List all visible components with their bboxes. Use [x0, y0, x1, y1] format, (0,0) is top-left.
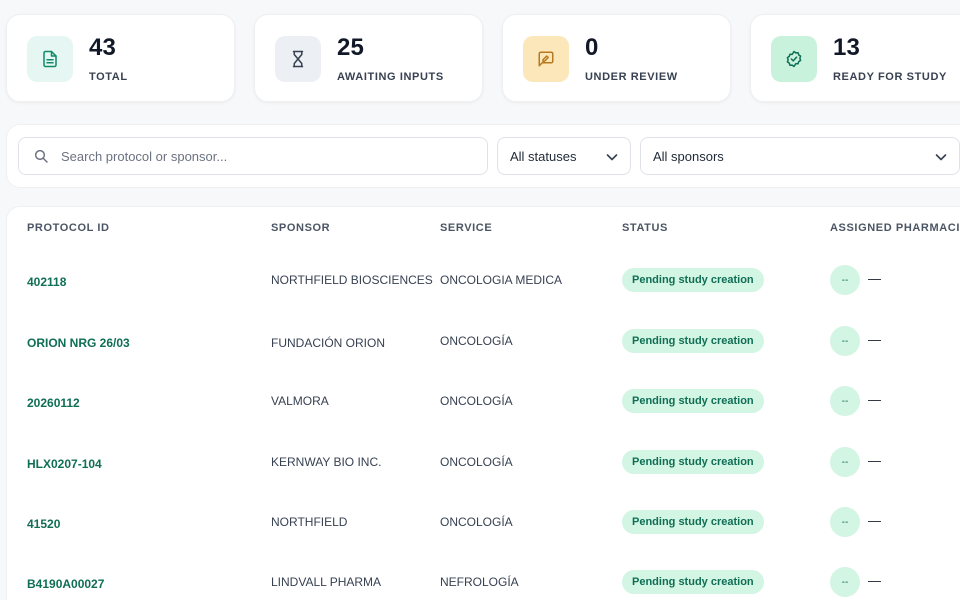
- table-row[interactable]: 20260112 VALMORA ONCOLOGÍA Pending study…: [7, 372, 960, 432]
- sponsor-cell: NORTHFIELD: [271, 515, 348, 529]
- stat-card-ready[interactable]: 13 READY FOR STUDY: [750, 14, 960, 102]
- sponsor-cell: VALMORA: [271, 394, 329, 408]
- status-filter-value: All statuses: [510, 149, 577, 164]
- stat-ready-value: 13: [833, 34, 861, 61]
- status-badge: Pending study creation: [622, 329, 764, 353]
- header-sponsor[interactable]: SPONSOR: [271, 222, 330, 234]
- protocols-table: PROTOCOL ID SPONSOR SERVICE STATUS ASSIG…: [6, 206, 960, 600]
- pharmacist-name: —: [868, 573, 881, 588]
- pharmacist-name: —: [868, 271, 881, 286]
- protocol-id-link[interactable]: B4190A00027: [27, 577, 104, 591]
- avatar[interactable]: --: [830, 507, 860, 537]
- sponsor-cell: KERNWAY BIO INC.: [271, 455, 382, 469]
- protocol-id-link[interactable]: ORION NRG 26/03: [27, 336, 130, 350]
- stat-total-value: 43: [89, 34, 117, 61]
- stat-total-label: TOTAL: [89, 71, 128, 83]
- sponsor-filter-select[interactable]: All sponsors: [640, 137, 960, 175]
- protocol-id-link[interactable]: 402118: [27, 275, 66, 289]
- table-row[interactable]: ORION NRG 26/03 FUNDACIÓN ORION ONCOLOGÍ…: [7, 312, 960, 372]
- status-badge: Pending study creation: [622, 389, 764, 413]
- protocol-id-link[interactable]: 20260112: [27, 396, 80, 410]
- stat-awaiting-label: AWAITING INPUTS: [337, 71, 444, 83]
- status-filter-select[interactable]: All statuses: [497, 137, 631, 175]
- service-cell: ONCOLOGÍA: [440, 334, 513, 348]
- sponsor-cell: NORTHFIELD BIOSCIENCES: [271, 273, 433, 287]
- pharmacist-name: —: [868, 453, 881, 468]
- table-row[interactable]: HLX0207-104 KERNWAY BIO INC. ONCOLOGÍA P…: [7, 433, 960, 493]
- sponsor-cell: LINDVALL PHARMA: [271, 575, 382, 589]
- stat-card-awaiting[interactable]: 25 AWAITING INPUTS: [254, 14, 483, 102]
- protocol-id-link[interactable]: 41520: [27, 517, 60, 531]
- status-badge: Pending study creation: [622, 570, 764, 594]
- status-badge: Pending study creation: [622, 510, 764, 534]
- service-cell: ONCOLOGÍA: [440, 455, 513, 469]
- message-edit-icon: [523, 36, 569, 82]
- document-icon: [27, 36, 73, 82]
- avatar[interactable]: --: [830, 265, 860, 295]
- stat-review-value: 0: [585, 34, 599, 61]
- header-service[interactable]: SERVICE: [440, 222, 492, 234]
- check-badge-icon: [771, 36, 817, 82]
- stat-review-label: UNDER REVIEW: [585, 71, 678, 83]
- avatar[interactable]: --: [830, 386, 860, 416]
- chevron-down-icon: [935, 154, 947, 161]
- header-status[interactable]: STATUS: [622, 222, 668, 234]
- status-badge: Pending study creation: [622, 450, 764, 474]
- service-cell: ONCOLOGÍA: [440, 394, 513, 408]
- pharmacist-name: —: [868, 332, 881, 347]
- search-icon: [34, 149, 48, 163]
- header-protocol-id[interactable]: PROTOCOL ID: [27, 222, 110, 234]
- stat-card-review[interactable]: 0 UNDER REVIEW: [502, 14, 731, 102]
- pharmacist-name: —: [868, 513, 881, 528]
- chevron-down-icon: [606, 154, 618, 161]
- protocol-id-link[interactable]: HLX0207-104: [27, 457, 102, 471]
- stat-card-total[interactable]: 43 TOTAL: [6, 14, 235, 102]
- sponsor-cell: FUNDACIÓN ORION: [271, 336, 385, 350]
- hourglass-icon: [275, 36, 321, 82]
- status-badge: Pending study creation: [622, 268, 764, 292]
- avatar[interactable]: --: [830, 447, 860, 477]
- avatar[interactable]: --: [830, 567, 860, 597]
- table-row[interactable]: 402118 NORTHFIELD BIOSCIENCES ONCOLOGIA …: [7, 251, 960, 311]
- stats-row: 43 TOTAL 25 AWAITING INPUTS 0 UNDER REVI…: [6, 14, 960, 102]
- service-cell: NEFROLOGÍA: [440, 575, 519, 589]
- sponsor-filter-value: All sponsors: [653, 149, 724, 164]
- pharmacist-name: —: [868, 392, 881, 407]
- service-cell: ONCOLOGÍA: [440, 515, 513, 529]
- search-input[interactable]: [61, 138, 481, 174]
- stat-awaiting-value: 25: [337, 34, 365, 61]
- table-row[interactable]: 41520 NORTHFIELD ONCOLOGÍA Pending study…: [7, 493, 960, 553]
- avatar[interactable]: --: [830, 326, 860, 356]
- service-cell: ONCOLOGIA MEDICA: [440, 273, 563, 287]
- table-row[interactable]: B4190A00027 LINDVALL PHARMA NEFROLOGÍA P…: [7, 553, 960, 600]
- filter-bar: All statuses All sponsors: [6, 124, 960, 188]
- search-box[interactable]: [18, 137, 488, 175]
- header-assigned-pharmacist[interactable]: ASSIGNED PHARMACIST: [830, 222, 960, 234]
- stat-ready-label: READY FOR STUDY: [833, 71, 947, 83]
